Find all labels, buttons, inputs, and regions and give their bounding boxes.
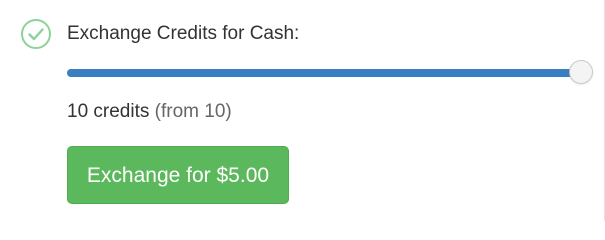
credits-from-value: (from 10) [154, 101, 232, 122]
exchange-title: Exchange Credits for Cash: [67, 23, 300, 44]
slider-handle[interactable] [569, 60, 593, 84]
credits-value: 10 credits [67, 101, 150, 122]
slider-fill [67, 69, 581, 77]
exchange-button[interactable]: Exchange for $5.00 [67, 146, 289, 204]
credits-amount: 10 credits (from 10) [67, 100, 232, 124]
check-circle-icon [21, 19, 51, 49]
credits-slider[interactable] [67, 58, 593, 88]
